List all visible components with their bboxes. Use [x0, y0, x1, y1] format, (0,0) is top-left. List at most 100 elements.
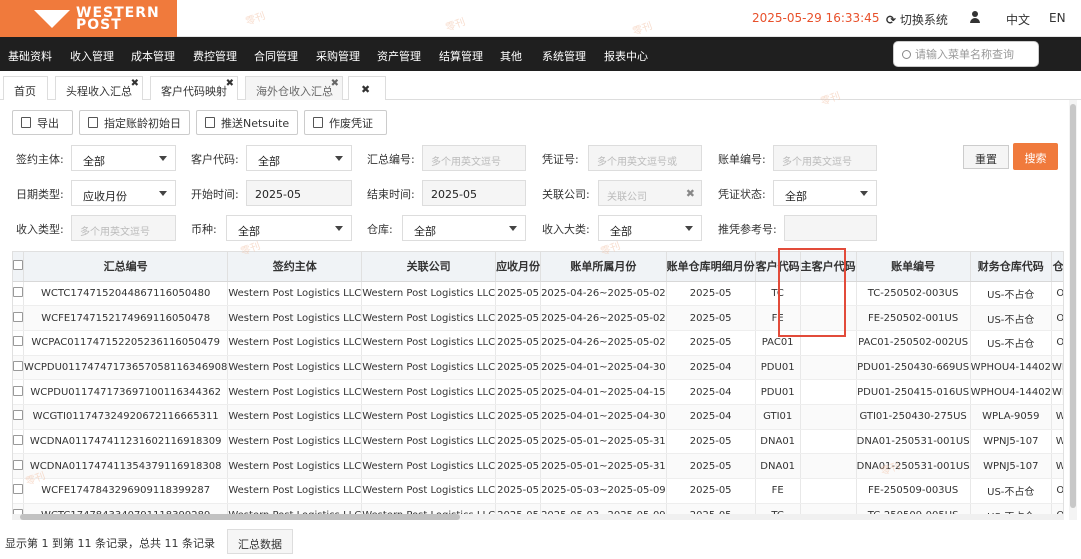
close-icon[interactable]: ✖	[131, 78, 139, 89]
tab-overseas-warehouse-income[interactable]: 海外仓收入汇总 ✖	[245, 76, 343, 100]
nav-item-income[interactable]: 收入管理	[70, 48, 114, 64]
row-checkbox[interactable]	[13, 429, 24, 455]
table-row[interactable]: WCPAC01174715220523611605047​9 Western Po…	[13, 330, 1063, 356]
chevron-down-icon	[335, 226, 343, 231]
customer-code-select[interactable]: 全部	[246, 145, 352, 171]
set-init-date-button[interactable]: 指定账龄初始日	[79, 110, 190, 135]
tab-first-leg-income[interactable]: 头程收入汇总 ✖	[55, 76, 143, 100]
nav-item-purchase[interactable]: 采购管理	[316, 48, 360, 64]
cell-receivable-month: 2025-05	[495, 453, 542, 479]
summary-data-button[interactable]: 汇总数据	[227, 529, 293, 554]
table-header-row: 汇总编号 签约主体 关联公司 应收月份 账单所属月份 账单仓库明细月份 客户代码…	[13, 252, 1063, 282]
switch-system-button[interactable]: ⟳ 切换系统	[886, 11, 948, 28]
cell-warehouse: WPH	[1051, 379, 1063, 405]
col-bill-period[interactable]: 账单所属月份	[540, 252, 667, 282]
close-icon[interactable]: ✖	[331, 78, 339, 89]
row-checkbox[interactable]	[13, 305, 24, 331]
col-warehouse[interactable]: 仓库	[1051, 252, 1063, 282]
reset-button[interactable]: 重置	[963, 145, 1009, 169]
lang-zh-button[interactable]: 中文	[1006, 11, 1030, 28]
voucher-status-select[interactable]: 全部	[773, 180, 877, 206]
row-checkbox[interactable]	[13, 355, 24, 381]
income-category-select[interactable]: 全部	[598, 215, 702, 241]
row-checkbox[interactable]	[13, 478, 24, 504]
col-sign-entity[interactable]: 签约主体	[227, 252, 363, 282]
related-company-input[interactable]: 关联公司 ✖	[598, 180, 702, 206]
voucher-status-label: 凭证状态:	[718, 188, 766, 201]
user-icon[interactable]	[970, 11, 980, 23]
scroll-thumb[interactable]	[20, 514, 460, 520]
nav-item-reports[interactable]: 报表中心	[604, 48, 648, 64]
menu-search-input[interactable]: 请输入菜单名称查询	[893, 41, 1039, 67]
refresh-icon: ⟳	[886, 13, 897, 27]
select-all-checkbox[interactable]	[13, 252, 24, 282]
date-type-select[interactable]: 应收月份	[71, 180, 176, 206]
summary-no-input[interactable]: 多个用英文逗号	[422, 145, 526, 171]
clear-icon[interactable]: ✖	[686, 187, 695, 200]
export-button[interactable]: 导出	[12, 110, 73, 135]
cell-bill-warehouse-month: 2025-05	[666, 429, 756, 455]
sign-entity-select[interactable]: 全部	[71, 145, 176, 171]
voucher-no-input[interactable]: 多个用英文逗号或	[588, 145, 702, 171]
nav-item-contract[interactable]: 合同管理	[254, 48, 298, 64]
void-voucher-button[interactable]: 作废凭证	[304, 110, 387, 135]
row-checkbox[interactable]	[13, 404, 24, 430]
nav-item-other[interactable]: 其他	[500, 48, 522, 64]
table-row[interactable]: WCDNA011747411354379116918308 Western Pos…	[13, 453, 1063, 479]
cell-sign-entity: Western Post Logistics LLC	[227, 379, 363, 405]
cell-bill-period: 2025-04-01~2025-04-15	[540, 379, 667, 405]
push-netsuite-button[interactable]: 推送Netsuite	[196, 110, 298, 135]
nav-item-basic[interactable]: 基础资料	[8, 48, 52, 64]
nav-item-asset[interactable]: 资产管理	[377, 48, 421, 64]
col-finance-warehouse-code[interactable]: 财务仓库代码	[970, 252, 1052, 282]
horizontal-scrollbar[interactable]	[12, 514, 1064, 520]
date-type-value: 应收月份	[83, 190, 127, 203]
table-row[interactable]: WCPDU0117474717365705811634690​8 Western …	[13, 355, 1063, 381]
scroll-thumb[interactable]	[1070, 104, 1076, 508]
col-receivable-month[interactable]: 应收月份	[495, 252, 542, 282]
table-row[interactable]: WCDNA011747411231602116918309 Western Pos…	[13, 429, 1063, 455]
nav-item-expense[interactable]: 费控管理	[193, 48, 237, 64]
end-time-input[interactable]: 2025-05	[422, 180, 526, 206]
col-bill-no[interactable]: 账单编号	[856, 252, 971, 282]
row-checkbox[interactable]	[13, 330, 24, 356]
table-row[interactable]: WCTC174715204486711605048​0 Western Post …	[13, 281, 1063, 307]
cell-warehouse: OV	[1051, 281, 1063, 307]
close-all-tabs-button[interactable]: ✖	[348, 76, 386, 100]
cell-customer-code: DNA01	[755, 429, 801, 455]
table-row[interactable]: WCFE1747843296909118399287 Western Post L…	[13, 478, 1063, 504]
checkbox-icon	[13, 259, 23, 270]
checkbox-icon	[13, 459, 23, 470]
date-type-label: 日期类型:	[16, 188, 64, 201]
cell-customer-code: PDU01	[755, 355, 801, 381]
brand-logo[interactable]: WESTERN POST	[0, 0, 177, 37]
table-row[interactable]: WCGTI011747324920672116665311 Western Pos…	[13, 404, 1063, 430]
col-related-company[interactable]: 关联公司	[361, 252, 497, 282]
cell-summary-no: WCPAC01174715220523611605047​9	[23, 330, 229, 356]
currency-select[interactable]: 全部	[226, 215, 352, 241]
search-button[interactable]: 搜索	[1013, 143, 1058, 170]
nav-item-system[interactable]: 系统管理	[542, 48, 586, 64]
income-type-input[interactable]: 多个用英文逗号	[71, 215, 176, 241]
tab-customer-code-map[interactable]: 客户代码映射 ✖	[150, 76, 238, 100]
cell-bill-period: 2025-04-26~2025-05-02	[540, 281, 667, 307]
col-bill-warehouse-month[interactable]: 账单仓库明细月份	[666, 252, 756, 282]
sign-entity-value: 全部	[83, 155, 105, 168]
start-time-input[interactable]: 2025-05	[246, 180, 352, 206]
row-checkbox[interactable]	[13, 281, 24, 307]
push-ref-label: 推凭参考号:	[718, 223, 777, 236]
row-checkbox[interactable]	[13, 453, 24, 479]
nav-item-settlement[interactable]: 结算管理	[439, 48, 483, 64]
warehouse-select[interactable]: 全部	[402, 215, 526, 241]
lang-en-button[interactable]: EN	[1049, 11, 1066, 25]
close-icon[interactable]: ✖	[226, 78, 234, 89]
tab-home[interactable]: 首页	[3, 76, 48, 100]
table-row[interactable]: WCFE174715217496911605047​8 Western Post …	[13, 305, 1063, 331]
table-row[interactable]: WCPDU011747173697100116344362 Western Pos…	[13, 379, 1063, 405]
push-ref-input[interactable]	[784, 215, 877, 241]
vertical-scrollbar[interactable]	[1069, 100, 1077, 520]
row-checkbox[interactable]	[13, 379, 24, 405]
col-summary-no[interactable]: 汇总编号	[23, 252, 229, 282]
bill-no-input[interactable]: 多个用英文逗号	[773, 145, 877, 171]
nav-item-cost[interactable]: 成本管理	[131, 48, 175, 64]
